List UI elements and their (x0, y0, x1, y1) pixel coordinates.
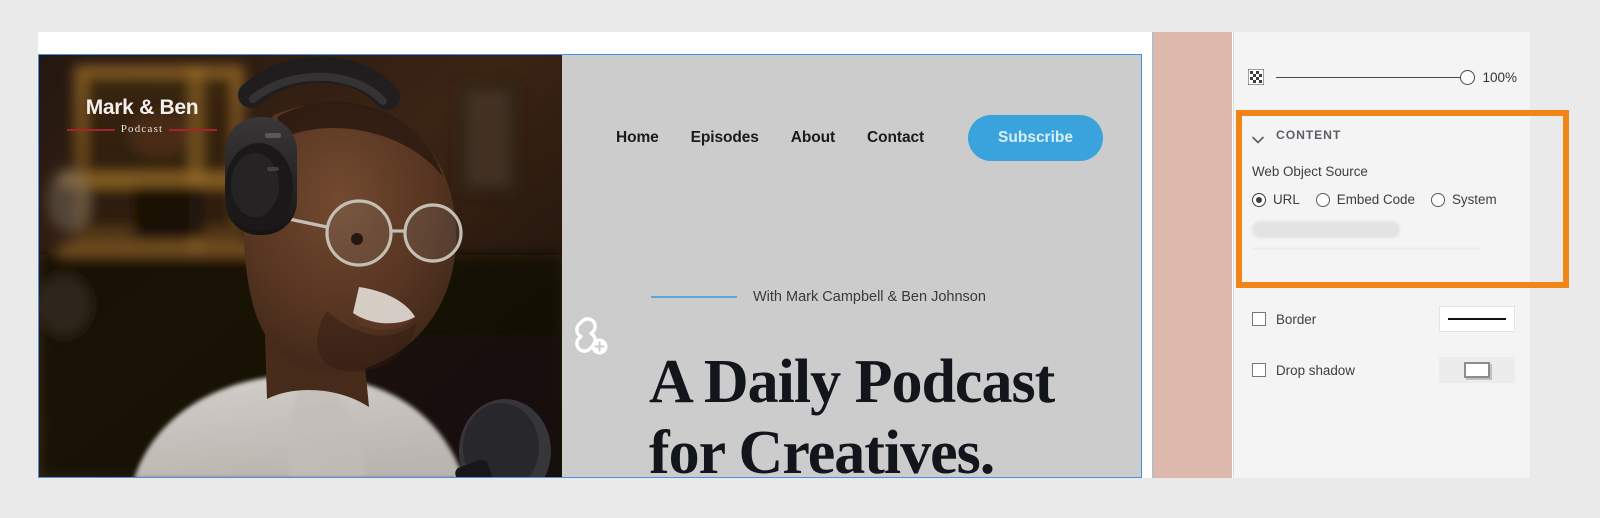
content-section-title: CONTENT (1276, 128, 1342, 142)
radio-indicator-system (1430, 192, 1445, 207)
hero-kicker-rule (651, 296, 737, 298)
radio-label-url: URL (1273, 192, 1300, 207)
radio-option-url[interactable]: URL (1252, 192, 1300, 207)
nav-item-home[interactable]: Home (616, 129, 659, 147)
site-navigation: Home Episodes About Contact Subscribe (616, 115, 1103, 161)
web-object-source-label: Web Object Source (1252, 164, 1368, 179)
opacity-value: 100% (1482, 69, 1517, 85)
radio-indicator-embed-code (1315, 192, 1330, 207)
nav-item-episodes[interactable]: Episodes (691, 129, 759, 147)
hero-title: A Daily Podcast for Creatives. (649, 347, 1141, 478)
drop-shadow-row: Drop shadow (1234, 351, 1531, 389)
radio-label-system: System (1451, 192, 1497, 207)
logo-rule-left (67, 128, 115, 131)
logo-rule-right (169, 128, 217, 131)
logo-sub-row: Podcast (67, 124, 217, 135)
hero-kicker: With Mark Campbell & Ben Johnson (651, 289, 986, 305)
document-canvas[interactable]: Mark & Ben Podcast Home Episodes About C… (38, 32, 1234, 478)
drop-shadow-checkbox[interactable] (1252, 363, 1266, 377)
opacity-slider-knob[interactable] (1460, 69, 1475, 85)
subscribe-button[interactable]: Subscribe (968, 115, 1103, 161)
radio-option-embed-code[interactable]: Embed Code (1315, 192, 1415, 207)
drop-shadow-label: Drop shadow (1276, 362, 1355, 378)
url-input-underline (1252, 248, 1480, 249)
screenshot-root: Mark & Ben Podcast Home Episodes About C… (0, 0, 1600, 518)
adjacent-page-strip (1152, 32, 1232, 478)
hero-kicker-text: With Mark Campbell & Ben Johnson (753, 289, 986, 305)
nav-item-about[interactable]: About (791, 129, 835, 147)
logo-brand: Mark & Ben (85, 96, 199, 119)
url-input[interactable] (1252, 221, 1400, 238)
drop-shadow-swatch[interactable] (1439, 357, 1515, 383)
hero-title-line-1: A Daily Podcast (649, 348, 1055, 416)
content-section: CONTENT Web Object Source URL Embed Code… (1234, 116, 1531, 249)
url-input-wrap (1234, 207, 1531, 249)
content-section-header[interactable]: CONTENT (1234, 116, 1531, 152)
border-row: Border (1234, 300, 1531, 338)
opacity-slider[interactable] (1276, 69, 1475, 85)
nav-item-contact[interactable]: Contact (867, 129, 924, 147)
border-checkbox[interactable] (1252, 312, 1266, 326)
web-object-selection-frame[interactable]: Mark & Ben Podcast Home Episodes About C… (38, 54, 1142, 478)
border-style-swatch[interactable] (1439, 306, 1515, 332)
web-object-source-radiogroup: URL Embed Code System (1234, 179, 1531, 207)
radio-indicator-url (1252, 192, 1266, 207)
site-logo: Mark & Ben Podcast (67, 97, 217, 135)
logo-subtitle: Podcast (120, 123, 164, 135)
radio-label-embed-code: Embed Code (1336, 192, 1415, 207)
checkerboard-icon (1247, 68, 1265, 86)
radio-option-system[interactable]: System (1430, 192, 1497, 207)
opacity-row: 100% (1234, 58, 1531, 96)
hero-title-line-2: for Creatives. (649, 418, 995, 478)
border-label: Border (1276, 311, 1317, 327)
properties-panel: 100% CONTENT Web Object Source URL Embed… (1233, 32, 1569, 478)
link-add-icon[interactable] (566, 314, 612, 360)
panel-divider (1248, 112, 1517, 113)
chevron-down-icon[interactable] (1252, 131, 1264, 144)
